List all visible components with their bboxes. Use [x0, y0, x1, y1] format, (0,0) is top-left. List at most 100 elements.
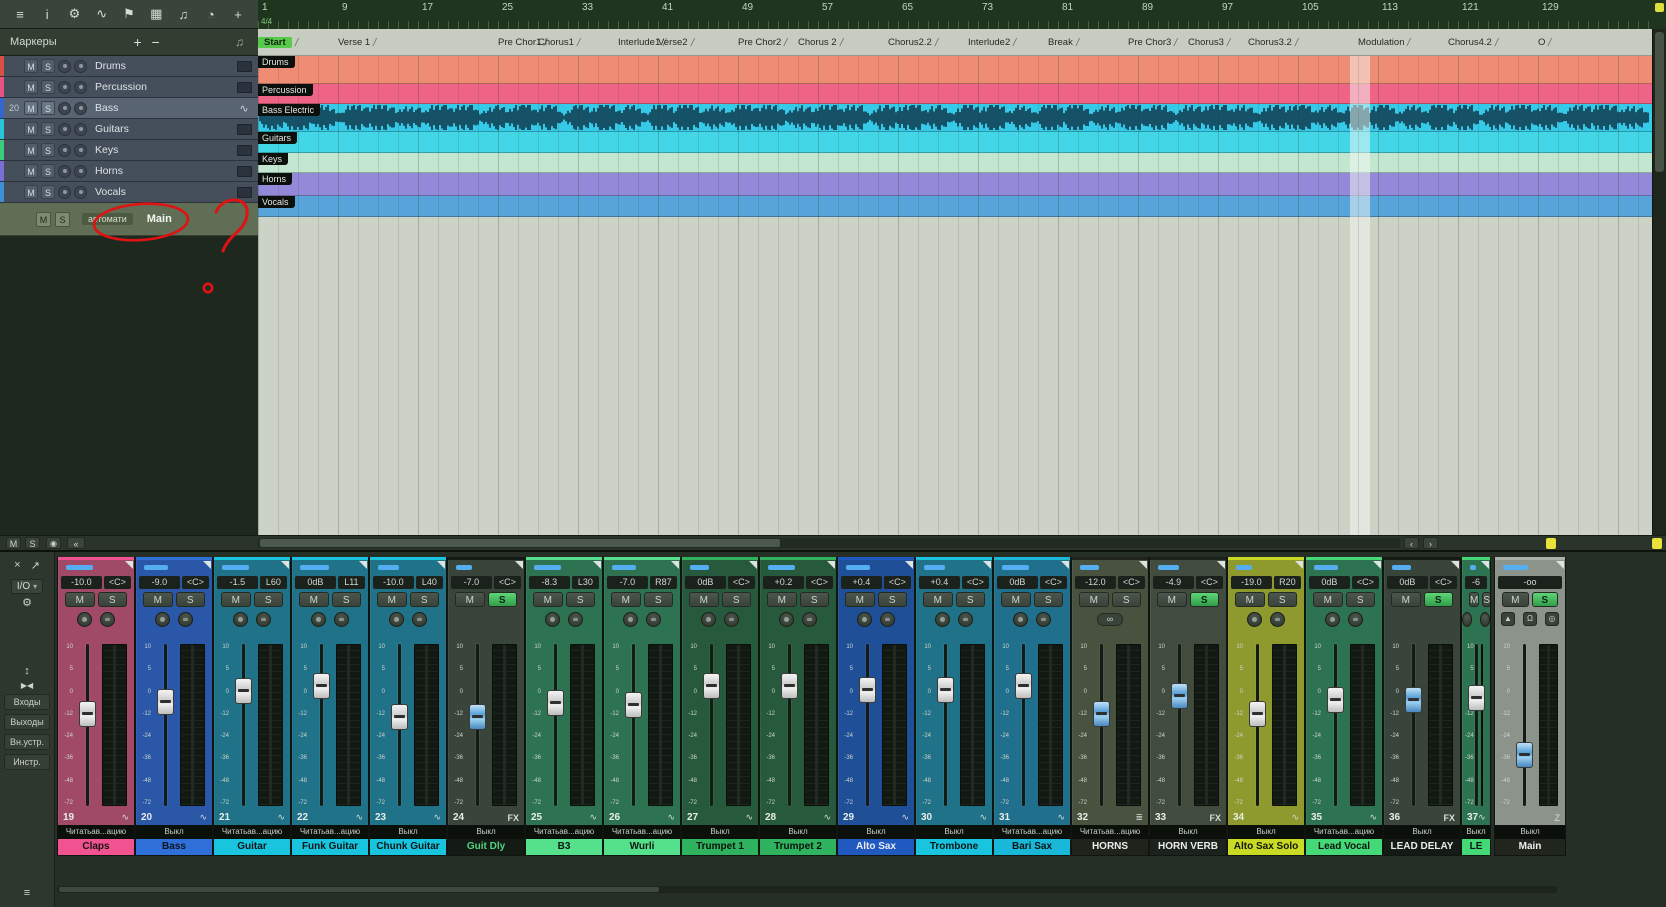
- fader-track[interactable]: [1512, 640, 1536, 810]
- pan-value[interactable]: <C>: [103, 576, 131, 589]
- gain-value[interactable]: 0dB: [1387, 576, 1428, 589]
- fader-track[interactable]: [231, 640, 255, 810]
- channel-strip-chunk-guitar[interactable]: -10.0 L40 M S 10 5 0 -12 -24 -36 -48 -72 23 ∿ Выкл Chun…: [369, 557, 447, 856]
- solo-button[interactable]: S: [253, 592, 283, 607]
- marker-chorus3[interactable]: Chorus3/: [1188, 33, 1231, 52]
- track-row-percussion[interactable]: M S Percussion: [0, 77, 258, 98]
- automation-mode-label[interactable]: Читатьав...ацию: [994, 825, 1070, 839]
- solo-button[interactable]: S: [331, 592, 361, 607]
- pan-value[interactable]: L11: [337, 576, 365, 589]
- pan-value[interactable]: L60: [259, 576, 287, 589]
- fader-track[interactable]: [465, 640, 489, 810]
- sidebar-item-external[interactable]: Вн.устр.: [4, 734, 50, 750]
- marker-verse2[interactable]: Verse2/: [658, 33, 695, 52]
- track-mute-button[interactable]: M: [24, 164, 38, 178]
- record-arm-button[interactable]: [1013, 611, 1028, 627]
- channel-link-icon[interactable]: ∞: [1097, 612, 1123, 626]
- channel-name[interactable]: LE: [1462, 839, 1490, 855]
- fx-icon[interactable]: FX: [1443, 813, 1455, 823]
- fader-track[interactable]: [387, 640, 411, 810]
- sidebar-item-outputs[interactable]: Выходы: [4, 714, 50, 730]
- add-marker-button[interactable]: +: [129, 34, 147, 50]
- track-row-guitars[interactable]: M S Guitars: [0, 119, 258, 140]
- gain-value[interactable]: -12.0: [1075, 576, 1116, 589]
- channel-strip-lead-vocal[interactable]: 0dB <C> M S 10 5 0 -12 -24 -36 -48 -72 35 ∿ Читатьав..…: [1305, 557, 1383, 856]
- horizontal-scrollbar[interactable]: [258, 538, 1400, 548]
- fold-corner-icon[interactable]: [671, 561, 679, 569]
- auto-icon[interactable]: ∿: [979, 812, 987, 823]
- automation-mode-label[interactable]: Выкл: [1228, 825, 1304, 839]
- arrange-view[interactable]: Drums Percussion Bass Electric Guitars Keys H…: [258, 56, 1652, 535]
- marker-start[interactable]: Start /: [258, 33, 299, 52]
- channel-strip-trumpet-2[interactable]: +0.2 <C> M S 10 5 0 -12 -24 -36 -48 -72 28 ∿ Выкл Trump…: [759, 557, 837, 856]
- solo-button[interactable]: S: [1482, 592, 1490, 607]
- io-toggle-button[interactable]: I/O ▾: [10, 579, 44, 594]
- fader-track[interactable]: [75, 640, 99, 810]
- fold-corner-icon[interactable]: [515, 561, 523, 569]
- channel-strip-guitar[interactable]: -1.5 L60 M S 10 5 0 -12 -24 -36 -48 -72 21 ∿ Читатьав.…: [213, 557, 291, 856]
- record-arm-button[interactable]: [701, 611, 716, 627]
- fader-handle[interactable]: [1468, 684, 1486, 711]
- solo-button[interactable]: S: [721, 592, 751, 607]
- gain-value[interactable]: -7.0: [451, 576, 492, 589]
- monitor-button[interactable]: [1348, 611, 1363, 627]
- channel-strip-horns[interactable]: -12.0 <C> M S ∞ 10 5 0 -12 -24 -36 -48 -72 32 ≣ Читатьа…: [1071, 557, 1149, 856]
- pan-value[interactable]: L30: [571, 576, 599, 589]
- record-arm-button[interactable]: [935, 611, 950, 627]
- track-solo-button[interactable]: S: [41, 164, 55, 178]
- gain-value[interactable]: 0dB: [1309, 576, 1350, 589]
- channel-name[interactable]: Chunk Guitar: [370, 839, 446, 855]
- main-automation-mode[interactable]: автомати: [82, 213, 133, 225]
- remove-marker-button[interactable]: −: [147, 34, 165, 50]
- auto-icon[interactable]: ∿: [121, 812, 129, 823]
- track-mute-button[interactable]: M: [24, 80, 38, 94]
- marker-chorus3-2[interactable]: Chorus3.2/: [1248, 33, 1299, 52]
- track-mute-button[interactable]: M: [24, 101, 38, 115]
- pan-value[interactable]: <C>: [1195, 576, 1223, 589]
- gain-value[interactable]: -8.3: [529, 576, 570, 589]
- channel-strip-trombone[interactable]: +0.4 <C> M S 10 5 0 -12 -24 -36 -48 -72 30 ∿ Выкл Tromb…: [915, 557, 993, 856]
- automation-mode-label[interactable]: Выкл: [916, 825, 992, 839]
- marker-chorus-2[interactable]: Chorus 2/: [798, 33, 844, 52]
- mixer-scrollbar[interactable]: [57, 886, 1557, 893]
- channel-strip-alto-sax[interactable]: +0.4 <C> M S 10 5 0 -12 -24 -36 -48 -72 29 ∿ Выкл Alto …: [837, 557, 915, 856]
- track-solo-button[interactable]: S: [41, 122, 55, 136]
- track-record-button[interactable]: [58, 185, 71, 199]
- lane-vocals[interactable]: Vocals: [258, 196, 1652, 217]
- power-icon[interactable]: ◉: [46, 537, 61, 549]
- gain-value[interactable]: -oo: [1498, 576, 1562, 589]
- mute-button[interactable]: M: [1502, 592, 1529, 607]
- solo-button[interactable]: S: [955, 592, 985, 607]
- auto-icon[interactable]: ∿: [901, 812, 909, 823]
- track-record-button[interactable]: [58, 59, 71, 73]
- fold-corner-icon[interactable]: [1295, 561, 1303, 569]
- record-arm-button[interactable]: [77, 611, 92, 627]
- info-icon[interactable]: i: [37, 7, 57, 22]
- marker-chorus1[interactable]: Chorus1/: [538, 33, 581, 52]
- global-mute-button[interactable]: M: [6, 537, 21, 549]
- mute-button[interactable]: M: [377, 592, 407, 607]
- channel-name[interactable]: HORNS: [1072, 839, 1148, 855]
- pan-value[interactable]: <C>: [961, 576, 989, 589]
- pan-value[interactable]: R20: [1273, 576, 1301, 589]
- channel-name[interactable]: LEAD DELAY: [1384, 839, 1460, 855]
- record-arm-button[interactable]: [1247, 611, 1262, 627]
- monitor-button[interactable]: [958, 611, 973, 627]
- fader-handle[interactable]: [78, 701, 96, 728]
- automation-mode-label[interactable]: Выкл: [370, 825, 446, 839]
- marker-chorus4-2[interactable]: Chorus4.2/: [1448, 33, 1499, 52]
- channel-strip-funk-guitar[interactable]: 0dB L11 M S 10 5 0 -12 -24 -36 -48 -72 22 ∿ Читатьав..…: [291, 557, 369, 856]
- track-monitor-button[interactable]: [74, 164, 87, 178]
- monitor-button[interactable]: [568, 611, 583, 627]
- gain-value[interactable]: 0dB: [997, 576, 1038, 589]
- track-monitor-button[interactable]: [74, 101, 87, 115]
- auto-icon[interactable]: ∿: [1369, 812, 1377, 823]
- pan-value[interactable]: <C>: [883, 576, 911, 589]
- track-monitor-button[interactable]: [74, 80, 87, 94]
- track-solo-button[interactable]: S: [41, 185, 55, 199]
- solo-button[interactable]: S: [409, 592, 439, 607]
- notes-icon[interactable]: ♫: [174, 7, 194, 22]
- sidebar-item-instruments[interactable]: Инстр.: [4, 754, 50, 770]
- metronome-icon[interactable]: ▲: [1501, 612, 1515, 626]
- automation-mode-label[interactable]: Выкл: [682, 825, 758, 839]
